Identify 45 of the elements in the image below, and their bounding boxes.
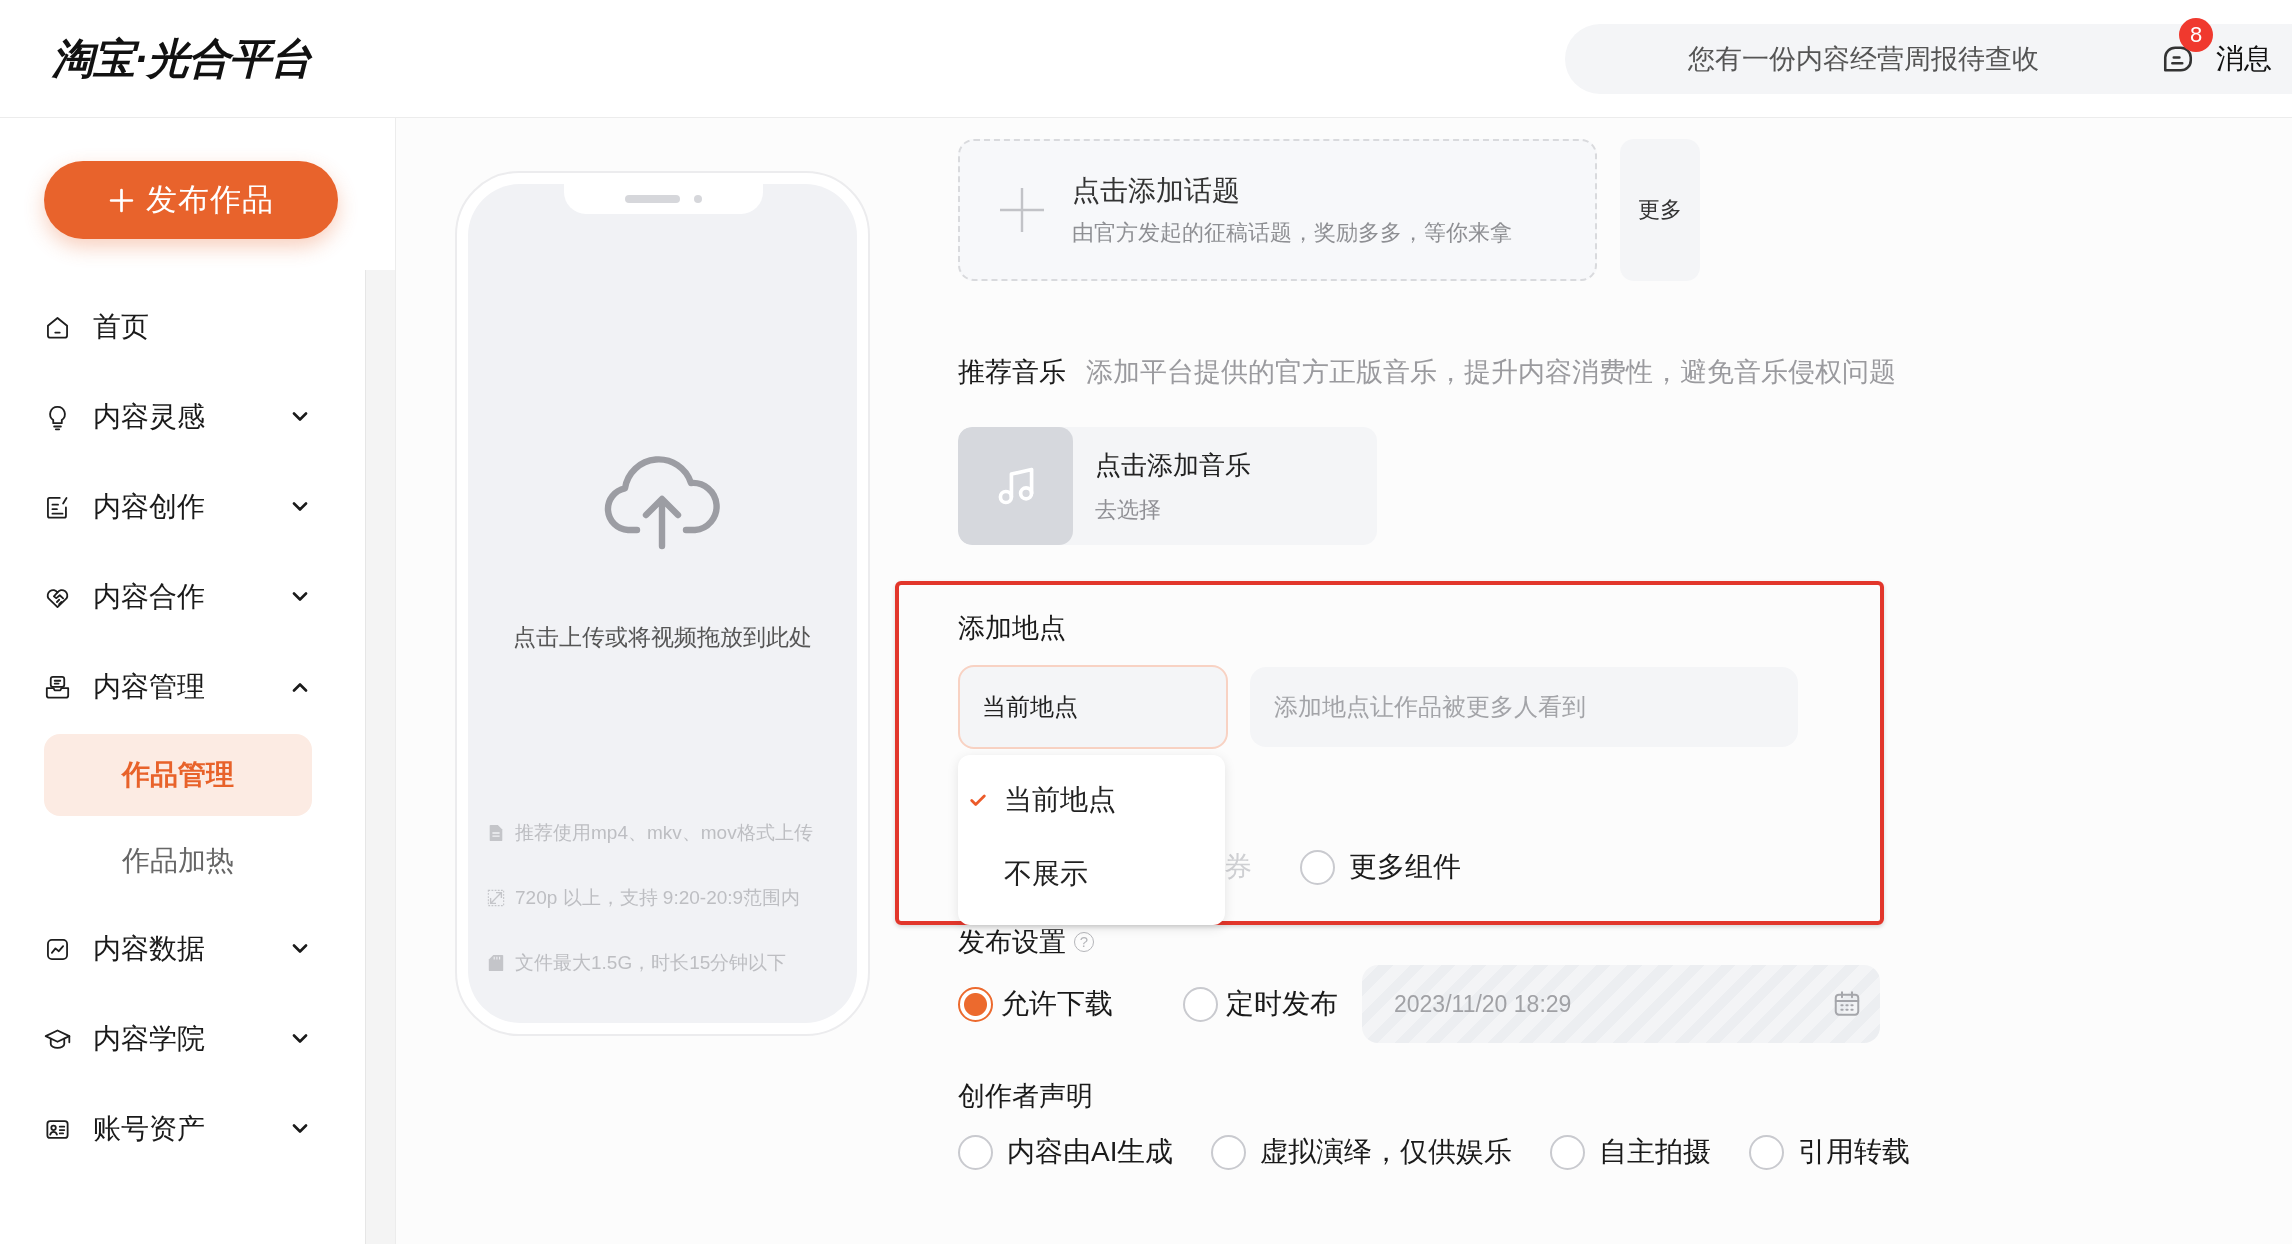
statement-option[interactable]: 虚拟演绎，仅供娱乐 xyxy=(1211,1134,1513,1170)
upload-prompt: 点击上传或将视频拖放到此处 xyxy=(513,623,812,652)
nav-item[interactable]: 内容灵感 xyxy=(44,372,312,462)
nav-item[interactable]: 内容管理 xyxy=(44,642,312,732)
memory-card-icon xyxy=(487,954,505,972)
section-label: 添加地点 xyxy=(958,612,1066,645)
more-button[interactable]: 更多 xyxy=(1620,139,1700,281)
nav-item[interactable]: 内容合作 xyxy=(44,552,312,642)
section-label: 发布设置 xyxy=(958,926,1066,959)
add-music-card[interactable]: 点击添加音乐 去选择 xyxy=(958,427,1377,545)
section-label: 创作者声明 xyxy=(958,1080,1093,1113)
section-label: 推荐音乐 xyxy=(958,356,1066,389)
setting-option[interactable]: 定时发布 xyxy=(1183,986,1338,1022)
setting-option[interactable]: 允许下载 xyxy=(958,986,1113,1022)
logo: 淘宝·光合平台 xyxy=(52,33,311,84)
statement-option[interactable]: 自主拍摄 xyxy=(1550,1134,1712,1170)
nav-item[interactable]: 内容创作 xyxy=(44,462,312,552)
nav-item[interactable]: 账号资产 xyxy=(44,1084,312,1174)
document-icon xyxy=(487,824,505,842)
statement-option[interactable]: 引用转载 xyxy=(1749,1134,1911,1170)
component-option[interactable]: 更多组件 xyxy=(1300,849,1461,885)
topic-title: 点击添加话题 xyxy=(1072,174,1241,208)
nav-item[interactable]: 内容学院 xyxy=(44,994,312,1084)
phone-notch-icon xyxy=(564,184,763,214)
plus-icon xyxy=(1000,188,1044,232)
inbox-tray-icon xyxy=(44,673,71,701)
resize-arrow-icon xyxy=(487,889,505,907)
nav-subitem[interactable]: 作品加热 xyxy=(44,820,312,902)
nav-item[interactable]: 首页 xyxy=(44,282,312,372)
add-topic-card[interactable]: 点击添加话题 由官方发起的征稿话题，奖励多多，等你来拿 xyxy=(958,139,1597,281)
dropdown-option[interactable]: 不展示 xyxy=(958,837,1225,911)
section-description: 添加平台提供的官方正版音乐，提升内容消费性，避免音乐侵权问题 xyxy=(1086,356,1896,389)
unread-badge: 8 xyxy=(2179,17,2213,52)
location-search-field[interactable]: 添加地点让作品被更多人看到 xyxy=(1250,667,1798,747)
music-action: 去选择 xyxy=(1095,495,1162,524)
location-select[interactable]: 当前地点 xyxy=(958,665,1228,749)
music-note-icon xyxy=(958,427,1073,545)
plus-icon xyxy=(108,187,134,213)
music-title: 点击添加音乐 xyxy=(1095,448,1251,482)
calendar-icon xyxy=(1832,989,1862,1019)
nav-item[interactable]: 内容数据 xyxy=(44,904,312,994)
topic-subtitle: 由官方发起的征稿话题，奖励多多，等你来拿 xyxy=(1072,219,1512,247)
notice-text: 您有一份内容经营周报待查收 xyxy=(1688,42,2039,76)
dropdown-option[interactable]: 当前地点 xyxy=(958,763,1225,837)
statement-option[interactable]: 内容由AI生成 xyxy=(958,1134,1174,1170)
